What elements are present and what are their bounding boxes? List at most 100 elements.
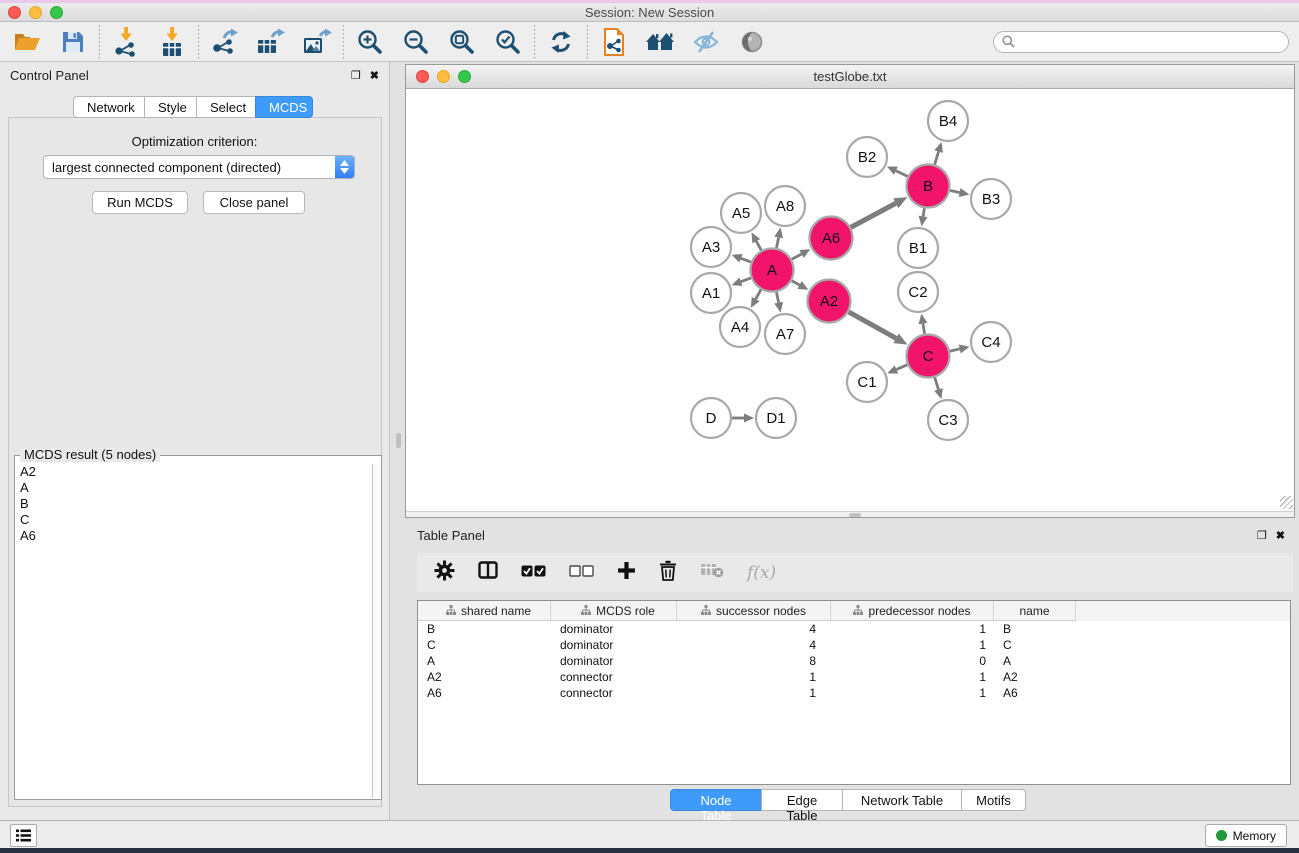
float-panel-icon[interactable]: ❐ — [351, 69, 361, 82]
function-builder-icon[interactable]: f(x) — [747, 563, 776, 583]
tab-mcds[interactable]: MCDS — [255, 96, 313, 118]
tab-edge-table[interactable]: Edge Table — [761, 789, 843, 811]
table-cell[interactable]: C — [418, 637, 551, 653]
table-row[interactable]: Bdominator41B — [418, 621, 1290, 637]
table-cell[interactable]: 1 — [831, 669, 994, 685]
mcds-result-item[interactable]: B — [16, 496, 371, 512]
table-cell[interactable]: connector — [551, 669, 677, 685]
resize-grip-icon[interactable] — [1280, 496, 1293, 509]
memory-button[interactable]: Memory — [1205, 824, 1287, 847]
table-cell[interactable]: dominator — [551, 621, 677, 637]
unchecked-boxes-icon[interactable] — [569, 564, 594, 582]
search-input[interactable] — [1021, 35, 1280, 49]
table-cell[interactable]: connector — [551, 685, 677, 701]
tab-style[interactable]: Style — [144, 96, 197, 118]
network-edge[interactable] — [851, 203, 896, 227]
table-cell[interactable]: A6 — [418, 685, 551, 701]
close-panel-icon[interactable]: ✖ — [370, 69, 379, 82]
network-edge[interactable] — [849, 312, 896, 338]
table-cell[interactable]: 1 — [831, 621, 994, 637]
network-edge[interactable] — [896, 365, 907, 370]
network-edge[interactable] — [950, 191, 960, 193]
network-vertical-scrollbar-thumb[interactable] — [396, 433, 401, 448]
table-cell[interactable]: C — [994, 637, 1076, 653]
column-header-shared-name[interactable]: shared name — [418, 601, 551, 621]
tab-node-table[interactable]: Node Table — [670, 789, 762, 811]
hide-details-eye-slash-icon[interactable] — [691, 27, 721, 57]
table-row[interactable]: A2connector11A2 — [418, 669, 1290, 685]
table-cell[interactable]: B — [994, 621, 1076, 637]
import-network-icon[interactable] — [111, 27, 141, 57]
network-edge[interactable] — [792, 281, 800, 285]
table-cell[interactable]: A — [994, 653, 1076, 669]
mcds-result-item[interactable]: C — [16, 512, 371, 528]
add-column-icon[interactable] — [617, 561, 636, 585]
network-edge[interactable] — [935, 152, 939, 165]
column-header-mcds-role[interactable]: MCDS role — [551, 601, 677, 621]
table-cell[interactable]: 1 — [677, 669, 831, 685]
float-table-panel-icon[interactable]: ❐ — [1257, 529, 1267, 542]
table-cell[interactable]: dominator — [551, 653, 677, 669]
table-cell[interactable]: 4 — [677, 637, 831, 653]
table-row[interactable]: A6connector11A6 — [418, 685, 1290, 701]
mcds-result-item[interactable]: A6 — [16, 528, 371, 544]
network-edge[interactable] — [776, 237, 778, 248]
network-edge[interactable] — [896, 171, 908, 177]
trash-icon[interactable] — [659, 560, 677, 586]
tab-motifs[interactable]: Motifs — [961, 789, 1026, 811]
network-edge[interactable] — [741, 278, 751, 282]
mcds-list-scrollbar[interactable] — [372, 464, 381, 798]
network-horizontal-scrollbar-thumb[interactable] — [849, 513, 861, 517]
save-session-icon[interactable] — [58, 27, 88, 57]
open-file-icon[interactable] — [12, 27, 42, 57]
network-edge[interactable] — [756, 241, 761, 250]
close-panel-button[interactable]: Close panel — [203, 191, 305, 214]
show-details-eye-icon[interactable] — [737, 27, 767, 57]
network-edge[interactable] — [792, 254, 802, 259]
task-history-button[interactable] — [10, 824, 37, 847]
network-edge[interactable] — [950, 349, 960, 351]
table-cell[interactable]: dominator — [551, 637, 677, 653]
export-image-icon[interactable] — [302, 27, 332, 57]
table-row[interactable]: Cdominator41C — [418, 637, 1290, 653]
table-row[interactable]: Adominator80A — [418, 653, 1290, 669]
zoom-selected-icon[interactable] — [493, 27, 523, 57]
table-cell[interactable]: A — [418, 653, 551, 669]
table-cell[interactable]: A2 — [994, 669, 1076, 685]
run-mcds-button[interactable]: Run MCDS — [92, 191, 188, 214]
export-table-icon[interactable] — [256, 27, 286, 57]
gear-icon[interactable] — [434, 560, 455, 586]
tab-network[interactable]: Network — [73, 96, 145, 118]
table-cell[interactable]: 0 — [831, 653, 994, 669]
criterion-select[interactable]: largest connected component (directed) — [43, 155, 355, 179]
zoom-fit-icon[interactable] — [447, 27, 477, 57]
table-cell[interactable]: 4 — [677, 621, 831, 637]
search-field[interactable] — [993, 31, 1289, 53]
column-header-name[interactable]: name — [994, 601, 1076, 621]
mcds-result-item[interactable]: A — [16, 480, 371, 496]
import-table-icon[interactable] — [157, 27, 187, 57]
tab-select[interactable]: Select — [196, 96, 256, 118]
zoom-out-icon[interactable] — [401, 27, 431, 57]
network-horizontal-scrollbar[interactable] — [406, 511, 1294, 517]
zoom-in-icon[interactable] — [355, 27, 385, 57]
column-header-predecessor-nodes[interactable]: predecessor nodes — [831, 601, 994, 621]
network-edge[interactable] — [776, 292, 778, 303]
export-network-icon[interactable] — [210, 27, 240, 57]
network-edge[interactable] — [923, 208, 924, 216]
table-cell[interactable]: 1 — [831, 637, 994, 653]
column-header-successor-nodes[interactable]: successor nodes — [677, 601, 831, 621]
network-edge[interactable] — [935, 377, 939, 389]
checked-boxes-icon[interactable] — [521, 564, 546, 582]
table-cell[interactable]: A6 — [994, 685, 1076, 701]
table-cell[interactable]: 1 — [831, 685, 994, 701]
refresh-icon[interactable] — [546, 27, 576, 57]
mcds-result-item[interactable]: A2 — [16, 464, 371, 480]
network-edge[interactable] — [741, 258, 751, 262]
table-cell[interactable]: 1 — [677, 685, 831, 701]
close-table-panel-icon[interactable]: ✖ — [1276, 529, 1285, 542]
table-cell[interactable]: B — [418, 621, 551, 637]
split-columns-icon[interactable] — [478, 560, 498, 585]
delete-table-icon[interactable] — [700, 562, 724, 583]
network-edge[interactable] — [756, 290, 761, 299]
